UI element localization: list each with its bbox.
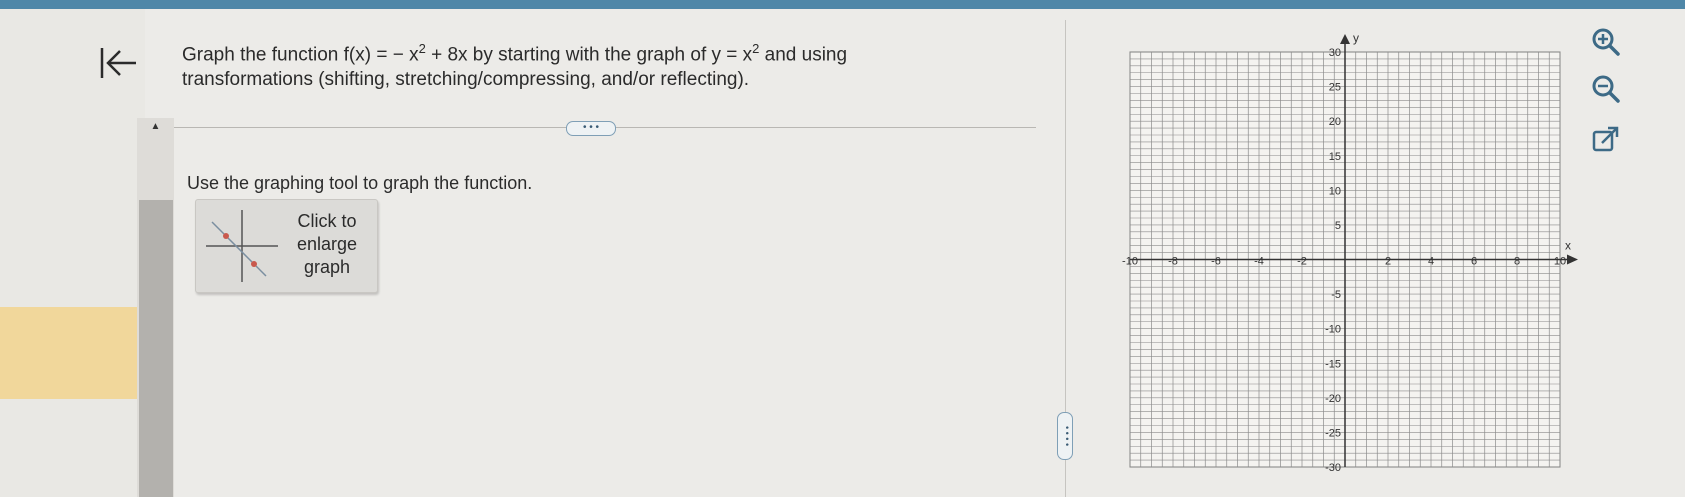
y-tick-label: 25 bbox=[1329, 82, 1341, 94]
question-text: Graph the function f(x) = − x2 + 8x by s… bbox=[182, 36, 902, 92]
graph-thumbnail-icon bbox=[206, 210, 278, 282]
scroll-up-icon[interactable]: ▲ bbox=[137, 118, 174, 134]
enlarge-graph-button[interactable]: Click to enlarge graph bbox=[195, 199, 378, 293]
y-tick-label: 15 bbox=[1329, 151, 1341, 163]
x-tick-label: 2 bbox=[1385, 256, 1391, 268]
y-tick-label: -10 bbox=[1325, 324, 1341, 336]
coordinate-graph[interactable]: y x -10 -8 -6 -4 -2 2 4 6 8 10 30 25 20 15 10 5 -5 -10 -15 -2… bbox=[1120, 30, 1580, 475]
x-tick-label: -6 bbox=[1211, 256, 1221, 268]
expand-more-button[interactable]: • • • bbox=[566, 121, 616, 136]
x-tick-label: -8 bbox=[1168, 256, 1178, 268]
zoom-out-icon[interactable] bbox=[1588, 71, 1622, 105]
scrollbar-thumb[interactable] bbox=[139, 200, 173, 497]
x-tick-label: -4 bbox=[1254, 256, 1264, 268]
zoom-in-icon[interactable] bbox=[1588, 24, 1622, 58]
y-tick-label: 5 bbox=[1335, 220, 1341, 232]
instruction-text: Use the graphing tool to graph the funct… bbox=[187, 173, 533, 193]
enlarge-label-line-1: Click to bbox=[297, 211, 357, 231]
panel-resize-handle[interactable]: • • • • bbox=[1057, 412, 1073, 460]
y-tick-label: -5 bbox=[1331, 289, 1341, 301]
x-tick-label: 8 bbox=[1514, 256, 1520, 268]
x-tick-label: -2 bbox=[1297, 256, 1307, 268]
x-axis-arrow bbox=[1567, 254, 1578, 265]
y-tick-label: 30 bbox=[1329, 47, 1341, 59]
question-exponent-1: 2 bbox=[418, 41, 426, 56]
y-tick-label: -15 bbox=[1325, 358, 1341, 370]
y-tick-label: -30 bbox=[1325, 462, 1341, 474]
top-bar bbox=[0, 0, 1685, 9]
question-part-1: Graph the function f(x) = − x bbox=[182, 44, 419, 66]
x-tick-label: 4 bbox=[1428, 256, 1434, 268]
enlarge-graph-label: Click to enlarge graph bbox=[280, 210, 374, 279]
y-axis-arrow bbox=[1340, 34, 1350, 44]
x-tick-label: 10 bbox=[1554, 256, 1566, 268]
y-axis-label: y bbox=[1353, 31, 1359, 45]
back-to-start-icon[interactable] bbox=[96, 42, 140, 84]
open-new-window-icon[interactable] bbox=[1588, 123, 1622, 157]
y-tick-label: 10 bbox=[1329, 185, 1341, 197]
y-tick-label: -25 bbox=[1325, 427, 1341, 439]
y-tick-label: 20 bbox=[1329, 116, 1341, 128]
question-status-highlight bbox=[0, 307, 142, 399]
x-axis-label: x bbox=[1565, 239, 1571, 253]
x-tick-label: 6 bbox=[1471, 256, 1477, 268]
enlarge-label-line-3: graph bbox=[303, 257, 351, 277]
question-part-2: + 8x by starting with the graph of y = x bbox=[425, 44, 753, 66]
y-tick-label: -20 bbox=[1325, 393, 1341, 405]
enlarge-label-line-2: enlarge bbox=[296, 234, 358, 254]
x-tick-label: -10 bbox=[1122, 256, 1138, 268]
